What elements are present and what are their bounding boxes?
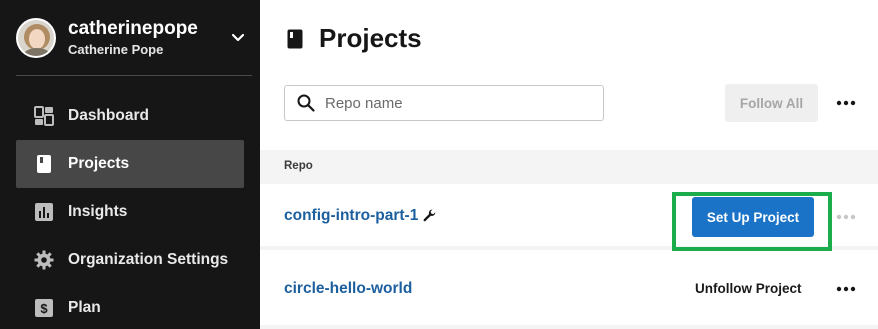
- username: catherinepope: [68, 17, 198, 39]
- repo-link[interactable]: circle-hello-world: [284, 280, 412, 298]
- row-more-options-icon[interactable]: [834, 277, 858, 301]
- follow-all-button[interactable]: Follow All: [725, 84, 818, 122]
- wrench-icon: [423, 209, 436, 222]
- sidebar-item-plan[interactable]: $ Plan: [16, 284, 244, 329]
- svg-text:$: $: [40, 301, 48, 316]
- user-switcher[interactable]: catherinepope Catherine Pope: [16, 15, 252, 61]
- user-info: catherinepope Catherine Pope: [68, 18, 198, 59]
- sidebar-item-label: Insights: [68, 203, 128, 220]
- search-box[interactable]: [284, 85, 604, 121]
- more-options-icon[interactable]: [834, 91, 858, 115]
- sidebar-item-label: Organization Settings: [68, 251, 229, 268]
- gear-icon: [34, 250, 54, 270]
- repo-link[interactable]: config-intro-part-1: [284, 207, 418, 225]
- sidebar-item-label: Dashboard: [68, 107, 149, 124]
- sidebar-item-dashboard[interactable]: Dashboard: [16, 92, 244, 140]
- sidebar: catherinepope Catherine Pope Dashboard P…: [0, 0, 260, 329]
- sidebar-item-insights[interactable]: Insights: [16, 188, 244, 236]
- search-input[interactable]: [325, 94, 585, 112]
- unfollow-project-button[interactable]: Unfollow Project: [695, 281, 802, 296]
- search-icon: [297, 94, 315, 112]
- page-header: Projects: [287, 23, 422, 54]
- dollar-icon: $: [34, 298, 54, 318]
- column-header-repo: Repo: [284, 160, 313, 172]
- sidebar-item-label: Projects: [68, 155, 130, 172]
- main-content: Projects Follow All Repo config-intro-pa…: [260, 0, 878, 329]
- book-icon: [34, 154, 54, 174]
- set-up-project-button[interactable]: Set Up Project: [692, 197, 814, 237]
- user-full-name: Catherine Pope: [68, 41, 164, 57]
- row-more-options-icon[interactable]: [834, 205, 858, 229]
- bar-chart-icon: [34, 202, 54, 222]
- dashboard-icon: [34, 106, 54, 126]
- book-icon: [287, 29, 303, 48]
- avatar: [16, 18, 56, 58]
- chevron-down-icon[interactable]: [230, 29, 246, 45]
- page-title: Projects: [319, 23, 422, 53]
- sidebar-item-label: Plan: [68, 299, 101, 316]
- sidebar-item-projects[interactable]: Projects: [16, 140, 244, 188]
- sidebar-item-organization-settings[interactable]: Organization Settings: [16, 236, 244, 284]
- table-header: Repo: [260, 150, 878, 184]
- sidebar-divider: [16, 75, 252, 76]
